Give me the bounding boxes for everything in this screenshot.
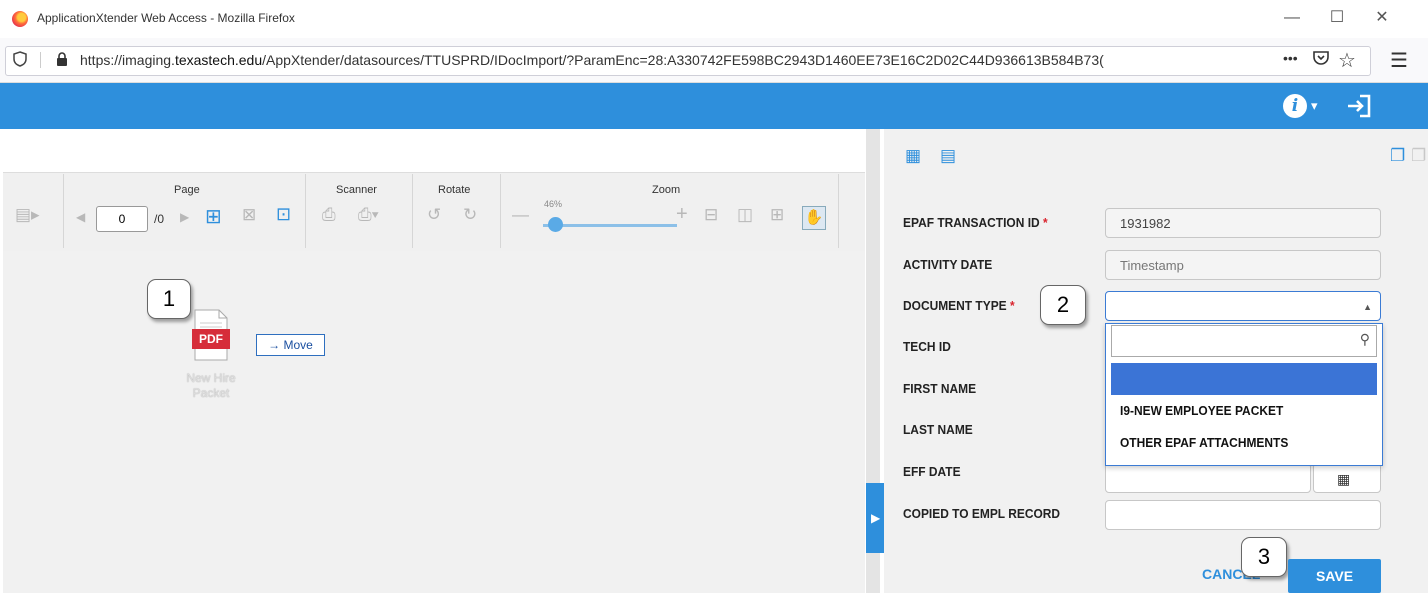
fit-page-icon[interactable]: ⊞: [770, 205, 784, 225]
collapse-panel-button[interactable]: ▶: [866, 483, 886, 553]
field-label-activity-date: ACTIVITY DATE: [903, 257, 993, 272]
search-icon: ⚲: [1359, 331, 1370, 347]
chevron-down-icon[interactable]: ▾: [1311, 98, 1318, 114]
pan-hand-icon[interactable]: ✋: [802, 206, 826, 230]
zoom-slider-track[interactable]: [543, 224, 677, 227]
logout-icon[interactable]: [1345, 92, 1373, 120]
fit-height-icon[interactable]: ◫: [737, 205, 753, 225]
toolbar-separator: [412, 174, 413, 248]
zoom-group-label: Zoom: [652, 184, 681, 196]
save-button[interactable]: SAVE: [1288, 559, 1381, 593]
scanner-group-label: Scanner: [336, 184, 377, 196]
copied-to-empl-record-field[interactable]: [1105, 500, 1381, 530]
pocket-icon[interactable]: [1312, 49, 1330, 67]
rotate-left-icon[interactable]: ↺: [427, 205, 441, 225]
url-text[interactable]: https://imaging.texastech.edu/AppXtender…: [80, 52, 1104, 68]
close-icon[interactable]: ✕: [1362, 6, 1402, 30]
delete-page-icon[interactable]: ⊠: [242, 205, 256, 225]
window-titlebar: ApplicationXtender Web Access - Mozilla …: [0, 0, 1428, 38]
step-badge-1: 1: [147, 279, 191, 319]
zoom-out-icon[interactable]: —: [512, 205, 529, 225]
epaf-transaction-id-field[interactable]: 1931982: [1105, 208, 1381, 238]
field-label-eff-date: EFF DATE: [903, 464, 961, 479]
activity-date-field[interactable]: Timestamp: [1105, 250, 1381, 280]
document-type-select[interactable]: ▲: [1105, 291, 1381, 321]
dropdown-option-blank[interactable]: [1111, 363, 1377, 395]
zoom-slider-handle[interactable]: [548, 217, 563, 232]
field-label-last-name: LAST NAME: [903, 422, 973, 437]
field-label-copied-to-empl-record: COPIED TO EMPL RECORD: [903, 506, 1061, 521]
pdf-label: PDF: [199, 332, 223, 346]
add-page-icon[interactable]: ⊞: [205, 204, 222, 229]
thumbnail-panel-icon[interactable]: ▤▸: [15, 205, 40, 225]
dropdown-search-input[interactable]: ⚲: [1111, 325, 1377, 357]
scan-icon[interactable]: ⎙: [322, 205, 336, 225]
page-total: /0: [154, 212, 165, 226]
toolbar-separator: [500, 174, 501, 248]
calendar-button[interactable]: ▦: [1313, 463, 1381, 493]
zoom-value: 46%: [544, 199, 563, 209]
toolbar-separator: [305, 174, 306, 248]
page-actions-icon[interactable]: •••: [1283, 50, 1298, 66]
page-group-label: Page: [174, 184, 200, 196]
lock-icon[interactable]: [56, 52, 68, 66]
app-header: [0, 83, 1428, 129]
index-edit-icon[interactable]: ▤: [940, 146, 956, 166]
next-page-icon[interactable]: ▶: [180, 210, 189, 224]
page-number-input[interactable]: 0: [96, 206, 148, 232]
menu-icon[interactable]: ☰: [1390, 48, 1408, 73]
rotate-right-icon[interactable]: ↻: [463, 205, 477, 225]
minimize-icon[interactable]: —: [1272, 6, 1312, 30]
shield-icon[interactable]: [13, 51, 27, 67]
move-button[interactable]: → Move: [256, 334, 325, 356]
url-divider: [40, 52, 41, 68]
zoom-in-icon[interactable]: +: [676, 203, 688, 226]
rotate-group-label: Rotate: [438, 184, 471, 196]
copy-icon[interactable]: ❐: [1390, 146, 1405, 166]
bookmark-star-icon[interactable]: ☆: [1338, 48, 1356, 73]
document-canvas[interactable]: [3, 251, 865, 593]
field-label-epaf-transaction-id: EPAF TRANSACTION ID *: [903, 215, 1048, 230]
step-badge-2: 2: [1040, 285, 1086, 325]
maximize-icon[interactable]: ☐: [1317, 6, 1357, 30]
file-name: New Hire Packet: [186, 371, 236, 400]
chevron-right-icon: ▶: [871, 511, 881, 525]
dropdown-option[interactable]: OTHER EPAF ATTACHMENTS: [1120, 435, 1288, 450]
step-badge-3: 3: [1241, 537, 1287, 577]
calendar-icon: ▦: [1337, 471, 1351, 487]
toolbar-separator: [838, 174, 839, 248]
dropdown-option[interactable]: I9-NEW EMPLOYEE PACKET: [1120, 403, 1283, 418]
paste-icon[interactable]: ❐: [1411, 146, 1426, 166]
firefox-logo-icon: [12, 11, 28, 27]
eff-date-field[interactable]: [1105, 463, 1311, 493]
window-title: ApplicationXtender Web Access - Mozilla …: [37, 11, 295, 25]
toolbar-separator: [63, 174, 64, 248]
field-label-first-name: FIRST NAME: [903, 381, 977, 396]
caret-up-icon: ▲: [1363, 302, 1372, 312]
page-info-icon[interactable]: ⊡: [276, 204, 291, 225]
field-label-tech-id: TECH ID: [903, 339, 951, 354]
field-label-document-type: DOCUMENT TYPE *: [903, 298, 1015, 313]
info-icon[interactable]: i: [1283, 94, 1307, 118]
index-list-icon[interactable]: ▦: [905, 146, 921, 166]
previous-page-icon[interactable]: ◀: [76, 210, 85, 224]
print-icon[interactable]: ⎙▾: [358, 205, 379, 225]
fit-width-icon[interactable]: ⊟: [704, 205, 718, 225]
